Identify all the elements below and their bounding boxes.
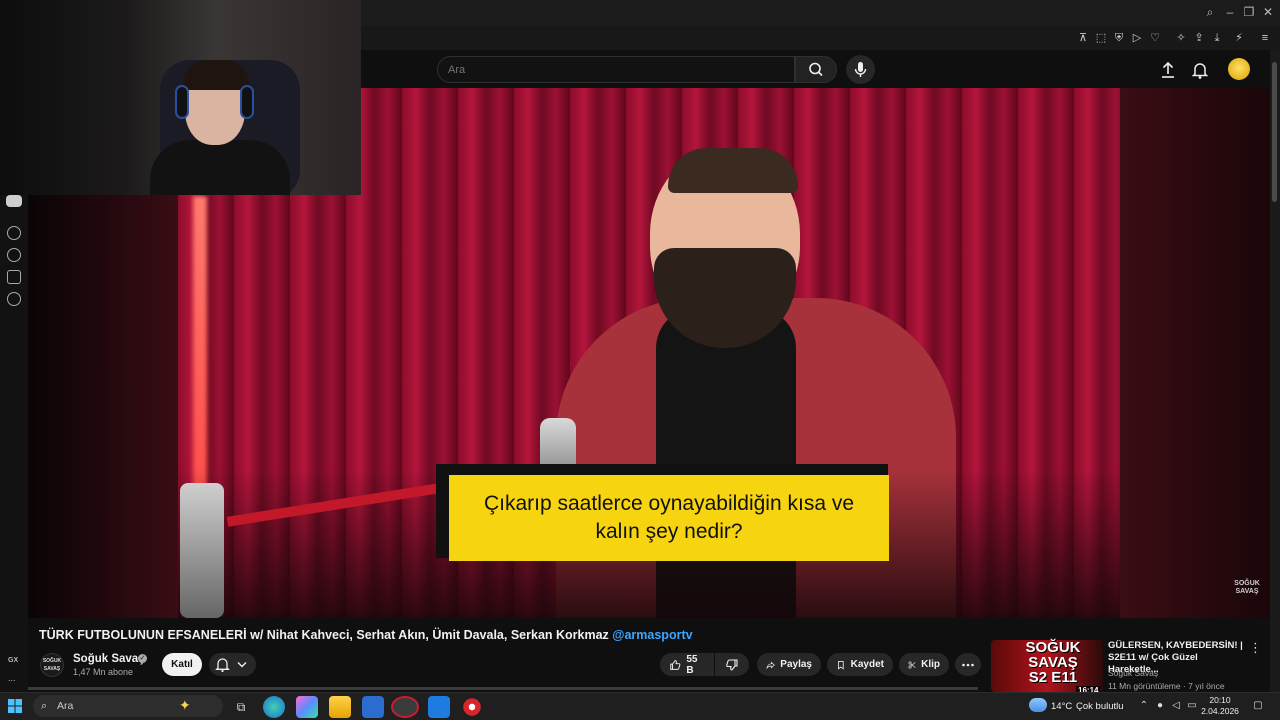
voice-search-button[interactable] [846,55,875,84]
player-sidebar-icon[interactable] [7,226,21,240]
settings-icon[interactable] [7,292,21,306]
extensions-icon[interactable]: ✧ [1173,30,1189,46]
save-label: Kaydet [850,659,884,670]
description-divider [28,687,978,690]
upload-button[interactable] [1157,59,1179,81]
verified-check-icon: ✓ [138,654,147,663]
channel-watermark[interactable]: SOĞUK SAVAŞ [1234,580,1260,596]
subscriber-count: 1,47 Mn abone [73,667,134,677]
snapshot-icon[interactable]: ⬚ [1093,30,1109,46]
mail-icon[interactable] [428,696,450,718]
pin-icon[interactable]: ⊼ [1075,30,1091,46]
scrollbar-thumb[interactable] [1272,62,1277,202]
taskbar-search[interactable]: ⌕ Ara ✦ [33,695,223,717]
clock-time: 20:10 [1209,695,1231,705]
taskbar-clock[interactable]: 20:10 2.04.2026 [1200,695,1240,717]
scissors-icon [908,660,916,669]
like-button[interactable]: 55 B [660,653,714,676]
recommended-thumbnail-text: SOĞUK SAVAŞ S2 E11 [1025,639,1081,686]
file-explorer-icon[interactable] [329,696,351,718]
menu-icon[interactable]: ≡ [1257,30,1273,46]
dislike-button[interactable] [715,653,749,676]
opera-gx-icon[interactable] [391,696,419,718]
microphone-icon [854,62,867,77]
recommended-channel[interactable]: Soğuk Savaş [1108,668,1158,678]
streamer-hair [183,60,249,90]
close-icon[interactable]: ✕ [1260,4,1276,20]
like-count: 55 B [686,653,698,676]
browser-sidebar: GX ... [0,195,28,692]
video-frame-right [1120,88,1270,618]
bookmark-icon [837,660,844,670]
task-view-icon[interactable]: ⧉ [230,696,252,718]
clip-button[interactable]: Klip [899,653,949,676]
channel-avatar[interactable]: SOĞUK SAVAŞ [40,653,64,677]
taskbar-search-icon: ⌕ [41,700,48,712]
headphone-left [175,85,189,119]
restore-icon[interactable]: ❐ [1241,4,1257,20]
heart-icon[interactable]: ♡ [1147,30,1163,46]
save-button[interactable]: Kaydet [827,653,893,676]
account-avatar[interactable] [1228,58,1250,80]
weather-cloud-icon[interactable] [1029,698,1047,712]
search-input[interactable] [437,56,795,83]
tray-overflow-icon[interactable]: ⌃ [1138,700,1150,712]
download-icon[interactable]: ⤓ [1209,30,1225,46]
steam-like-app-icon[interactable] [461,696,483,718]
taskbar-search-placeholder: Ara [57,700,74,712]
clip-label: Klip [921,659,940,670]
video-title: TÜRK FUTBOLUNUN EFSANELERİ w/ Nihat Kahv… [39,628,693,642]
bell-dropdown-icon [215,658,247,673]
discord-icon[interactable] [6,195,22,207]
share-button[interactable]: Paylaş [757,653,821,676]
sidebar-more-icon[interactable]: ... [8,673,16,683]
bell-icon [1191,63,1209,79]
question-caption: Çıkarıp saatlerce oynayabildiğin kısa ve… [449,475,889,561]
thumbs-up-icon [670,659,681,670]
copilot-sparkle-icon: ✦ [179,697,191,713]
share-label: Paylaş [780,659,812,670]
more-horizontal-icon [962,663,974,666]
clock-date: 2.04.2026 [1201,706,1239,716]
share-page-icon[interactable]: ⇪ [1191,30,1207,46]
headphone-right [240,85,254,119]
microphone-tray-icon[interactable]: ● [1154,700,1166,712]
player-icon[interactable]: ▷ [1129,30,1145,46]
start-button[interactable] [8,699,22,713]
gx-label[interactable]: GX [8,657,18,664]
copilot-icon[interactable] [296,696,318,718]
recommended-menu-icon[interactable]: ⋮ [1249,641,1262,655]
windows-logo-icon [8,699,22,713]
recommended-meta: 11 Mn görüntüleme · 7 yıl önce [1108,681,1225,691]
left-microphone [180,483,224,618]
guest-hair [668,148,798,193]
share-icon [766,661,775,669]
video-title-text: TÜRK FUTBOLUNUN EFSANELERİ w/ Nihat Kahv… [39,628,609,642]
ai-icon[interactable]: ⚡ [1229,30,1249,46]
extensions-sidebar-icon[interactable] [7,270,21,284]
subscription-bell-button[interactable] [209,653,256,676]
streamer-body [150,140,290,195]
notification-center-icon[interactable]: ▢ [1252,700,1264,712]
edge-icon[interactable] [263,696,285,718]
weather-condition[interactable]: Çok bulutlu [1076,701,1124,712]
notifications-button[interactable] [1189,59,1211,81]
search-icon [809,62,823,77]
volume-icon[interactable]: ◁ [1170,700,1182,712]
store-icon[interactable] [362,696,384,718]
more-actions-button[interactable] [955,653,981,676]
streamer-webcam [0,0,361,195]
history-icon[interactable] [7,248,21,262]
shield-icon[interactable]: ⛨ [1111,30,1127,46]
join-button[interactable]: Katıl [162,653,202,676]
weather-temperature[interactable]: 14°C [1051,701,1072,712]
thumbs-down-icon [726,658,738,671]
minimize-icon[interactable]: – [1222,4,1238,20]
search-button[interactable] [795,56,837,83]
upload-icon [1162,61,1174,78]
channel-name[interactable]: Soğuk Savaş [73,653,145,665]
network-icon[interactable]: ▭ [1186,700,1198,712]
title-mention-link[interactable]: @armasportv [612,628,692,642]
search-tabs-icon[interactable]: ⌕ [1202,4,1218,20]
